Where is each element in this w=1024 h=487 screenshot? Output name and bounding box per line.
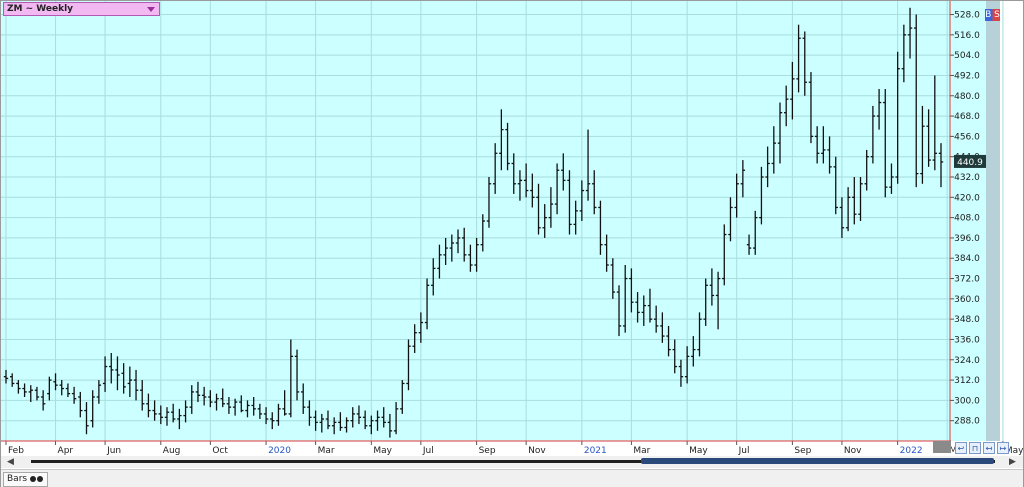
x-tick-label: 2020: [268, 446, 291, 456]
chart-end-marker: [933, 441, 951, 453]
x-tick-label: Mar: [318, 446, 335, 456]
scroll-thumb[interactable]: [641, 458, 994, 464]
x-tick-label: Nov: [844, 446, 862, 456]
last-price-tag: 440.9: [954, 154, 986, 168]
scroll-right-icon[interactable]: ▶: [1009, 457, 1016, 467]
y-tick-label: 420.0: [954, 193, 980, 203]
bars-tab-label: Bars: [7, 474, 28, 484]
link-icon: [30, 476, 44, 483]
plot-area: [1, 1, 951, 441]
x-tick-label: Apr: [58, 446, 74, 456]
y-tick-label: 312.0: [954, 376, 980, 386]
y-tick-label: 396.0: [954, 234, 980, 244]
y-tick-label: 384.0: [954, 254, 980, 264]
y-tick-label: 504.0: [954, 51, 980, 61]
x-tick-label: Jul: [738, 446, 750, 456]
nav-undo-icon[interactable]: ↩: [955, 442, 967, 454]
y-tick-label: 480.0: [954, 92, 980, 102]
price-chart[interactable]: 528.0516.0504.0492.0480.0468.0456.0444.0…: [1, 1, 1023, 464]
y-tick-label: 468.0: [954, 112, 980, 122]
y-tick-label: 348.0: [954, 315, 980, 325]
y-tick-label: 528.0: [954, 11, 980, 21]
y-tick-label: 516.0: [954, 31, 980, 41]
y-tick-label: 408.0: [954, 214, 980, 224]
symbol-dropdown[interactable]: ZM ~ Weekly: [3, 2, 160, 16]
x-tick-label: Feb: [8, 446, 24, 456]
y-tick-label: 288.0: [954, 417, 980, 427]
y-tick-label: 300.0: [954, 396, 980, 406]
y-tick-label: 372.0: [954, 275, 980, 285]
date-axis-ticks: Feb Apr Jun Aug Oct 2020 Mar May Jul Sep Nov 2021 Ma…: [5, 441, 1023, 456]
nav-fit-icon[interactable]: ⊓: [969, 442, 981, 454]
x-tick-label: May: [373, 446, 392, 456]
nav-forward-icon[interactable]: ↦: [997, 442, 1009, 454]
x-tick-label: Oct: [212, 446, 228, 456]
last-price-label: 440.9: [957, 158, 983, 168]
x-tick-label: Sep: [479, 446, 496, 456]
x-tick-label: Mar: [633, 446, 650, 456]
y-tick-label: 456.0: [954, 132, 980, 142]
chart-nav-buttons: ↩ ⊓ ↤ ↦: [955, 442, 1009, 455]
scroll-left-icon[interactable]: ◀: [7, 457, 14, 467]
x-tick-label: May: [689, 446, 708, 456]
x-tick-label: Nov: [528, 446, 546, 456]
right-margin: [986, 1, 1000, 441]
chart-window: 528.0516.0504.0492.0480.0468.0456.0444.0…: [0, 0, 1024, 487]
x-tick-label: Jul: [422, 446, 434, 456]
y-tick-label: 336.0: [954, 335, 980, 345]
nav-back-icon[interactable]: ↤: [983, 442, 995, 454]
buy-sell-badge[interactable]: B S: [985, 9, 1000, 21]
y-tick-label: 360.0: [954, 295, 980, 305]
x-tick-label: Aug: [163, 446, 181, 456]
x-tick-label: Jun: [106, 446, 121, 456]
horizontal-scrollbar[interactable]: ◀ ▶: [1, 456, 1023, 468]
x-tick-label: 2022: [900, 446, 923, 456]
y-tick-label: 432.0: [954, 173, 980, 183]
x-tick-label: Sep: [794, 446, 811, 456]
symbol-label: ZM ~ Weekly: [7, 4, 74, 14]
chevron-down-icon: [147, 7, 155, 12]
price-axis-ticks: 528.0516.0504.0492.0480.0468.0456.0444.0…: [950, 11, 980, 427]
status-bar: Bars: [1, 469, 1023, 487]
y-tick-label: 324.0: [954, 356, 980, 366]
bars-tab[interactable]: Bars: [3, 472, 49, 487]
y-tick-label: 492.0: [954, 71, 980, 81]
x-tick-label: 2021: [584, 446, 607, 456]
